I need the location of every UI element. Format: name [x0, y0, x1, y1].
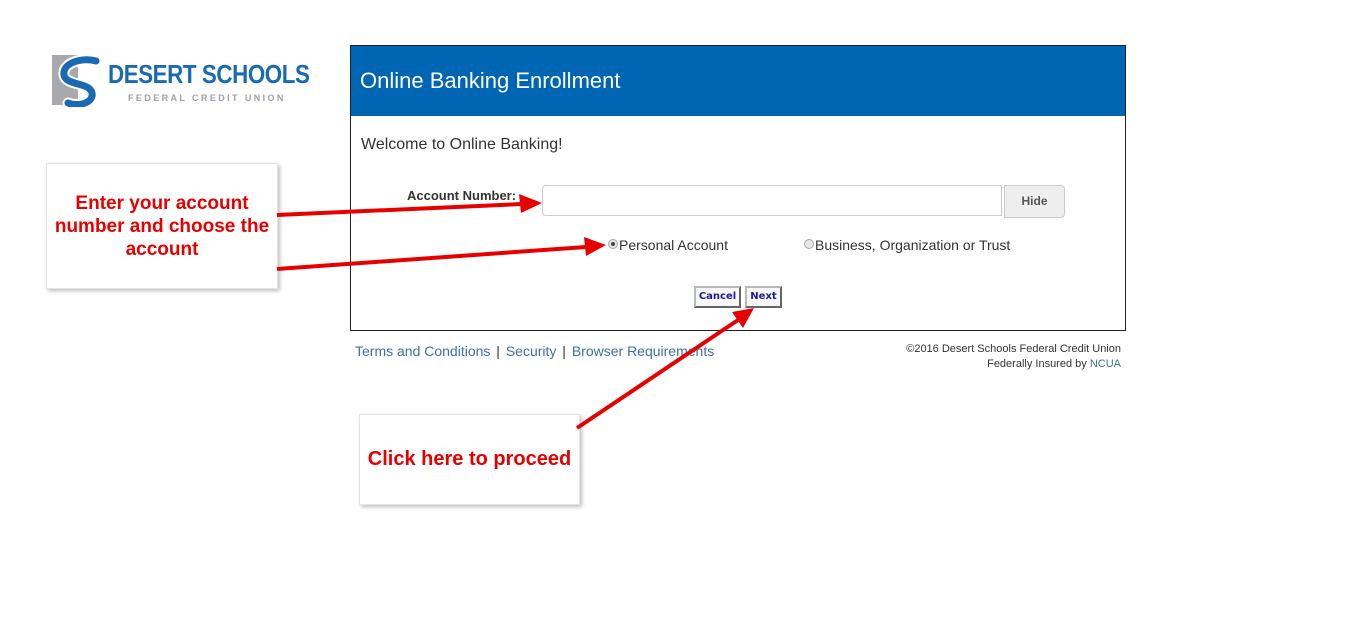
radio-personal-label: Personal Account [619, 237, 728, 253]
logo-subtitle: FEDERAL CREDIT UNION [128, 93, 286, 103]
footer-links: Terms and Conditions | Security | Browse… [355, 343, 714, 359]
security-link[interactable]: Security [506, 343, 557, 359]
browser-requirements-link[interactable]: Browser Requirements [572, 343, 714, 359]
arrow-to-next-button [575, 318, 740, 430]
insured-line: Federally Insured by NCUA [906, 357, 1121, 372]
footer-separator: | [496, 343, 500, 359]
desert-schools-logo[interactable]: DESERT SCHOOLS FEDERAL CREDIT UNION [52, 55, 310, 107]
welcome-text: Welcome to Online Banking! [361, 136, 563, 153]
logo-name: DESERT SCHOOLS [108, 59, 310, 89]
proceed-instruction-text: Click here to proceed [367, 448, 572, 470]
account-instruction-callout: Enter your account number and choose the… [46, 163, 278, 289]
hide-button[interactable]: Hide [1004, 185, 1065, 218]
account-instruction-text: Enter your account number and choose the… [54, 192, 270, 260]
radio-business-label: Business, Organization or Trust [815, 237, 1011, 253]
panel-title: Online Banking Enrollment [351, 46, 1125, 116]
account-number-label: Account Number: [407, 188, 517, 203]
account-number-input[interactable] [542, 185, 1002, 216]
radio-personal-account[interactable]: Personal Account [608, 237, 728, 253]
radio-checked-icon[interactable] [608, 239, 618, 249]
enrollment-panel: Online Banking Enrollment Welcome to Onl… [350, 45, 1126, 331]
footer-separator: | [562, 343, 566, 359]
insured-prefix: Federally Insured by [987, 358, 1087, 370]
terms-link[interactable]: Terms and Conditions [355, 343, 490, 359]
logo-mark-icon [52, 55, 102, 107]
proceed-instruction-callout: Click here to proceed [359, 414, 580, 505]
radio-business-account[interactable]: Business, Organization or Trust [804, 237, 1010, 253]
cancel-button[interactable]: Cancel [694, 286, 741, 308]
ncua-link[interactable]: NCUA [1090, 358, 1121, 370]
copyright-text: ©2016 Desert Schools Federal Credit Unio… [906, 343, 1121, 355]
copyright-block: ©2016 Desert Schools Federal Credit Unio… [906, 342, 1121, 372]
radio-unchecked-icon[interactable] [804, 239, 814, 249]
next-button[interactable]: Next [745, 286, 782, 308]
